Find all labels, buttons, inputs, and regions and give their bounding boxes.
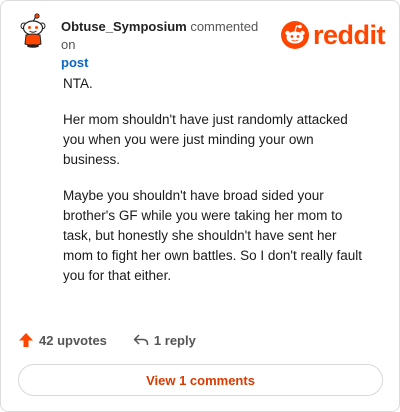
comment-paragraph: Maybe you shouldn't have broad sided you… [63, 188, 362, 283]
comment-header: Obtuse_Symposium commented on post reddi… [17, 13, 386, 70]
comment-paragraph: Her mom shouldn't have just randomly att… [63, 112, 348, 167]
user-avatar[interactable] [17, 13, 53, 49]
reddit-logo[interactable]: reddit [280, 19, 386, 51]
view-comments-button[interactable]: View 1 comments [18, 364, 383, 396]
upvote-arrow-icon [19, 333, 33, 347]
post-link[interactable]: post [61, 55, 88, 70]
reddit-wordmark: reddit [312, 20, 386, 50]
reply-count: 1 reply [153, 332, 196, 348]
snoo-avatar-icon [20, 13, 46, 48]
comment-paragraph: NTA. [63, 76, 93, 91]
comment-actions: 42 upvotes 1 reply [18, 330, 222, 350]
embedded-comment-card: Obtuse_Symposium commented on post reddi… [0, 0, 400, 412]
comment-attribution: Obtuse_Symposium commented on post [61, 18, 266, 72]
reply-arrow-icon [133, 334, 149, 345]
reply-button[interactable]: 1 reply [133, 332, 196, 348]
reddit-snoo-logo-icon [280, 21, 309, 49]
upvotes-count: 42 upvotes [39, 332, 107, 348]
comment-body: NTA. Her mom shouldn't have just randoml… [63, 74, 363, 302]
upvote-button[interactable]: 42 upvotes [18, 332, 107, 348]
username-link[interactable]: Obtuse_Symposium [61, 19, 187, 34]
